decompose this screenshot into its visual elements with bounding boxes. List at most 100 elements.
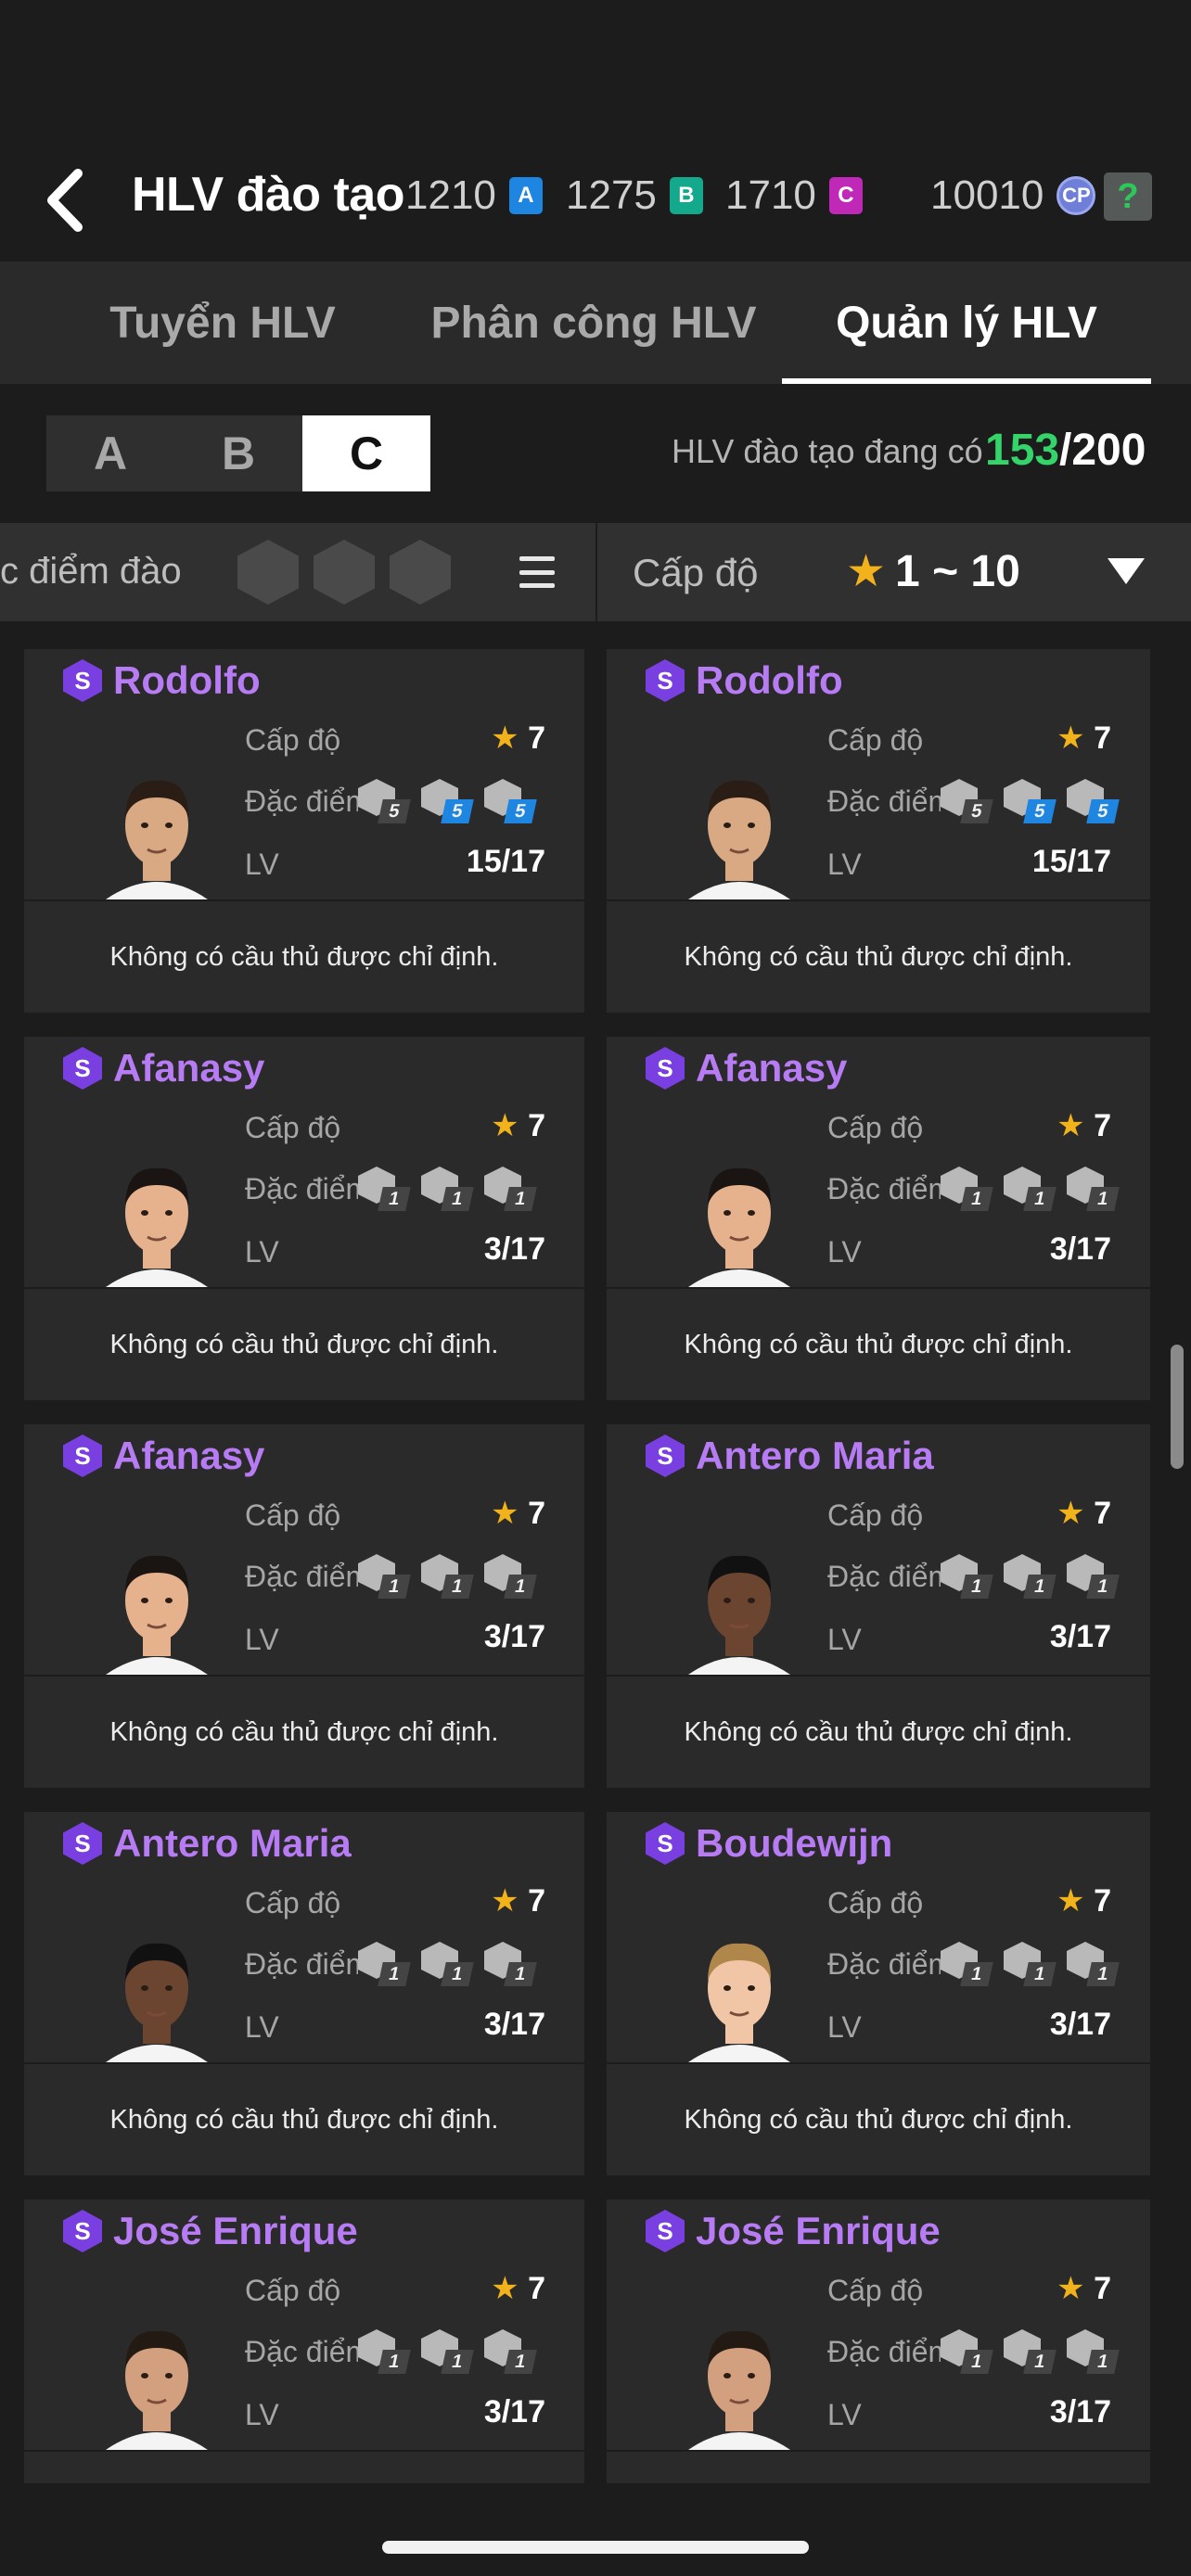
trait-level: 1 — [960, 1962, 993, 1986]
lv-value: 3/17 — [483, 1231, 545, 1267]
trait-level: 1 — [378, 1187, 411, 1211]
grade-value: ★ 7 — [491, 720, 545, 757]
trait-filter-label[interactable]: c điểm đào — [0, 551, 182, 593]
trait-icon: 1 — [358, 2329, 411, 2374]
currency-cp-value: 10010 — [930, 172, 1044, 218]
star-icon: ★ — [1057, 2271, 1095, 2306]
avatar — [688, 1148, 790, 1287]
trait-icon: 1 — [484, 2329, 537, 2374]
tab-bar: Tuyển HLV Phân công HLV Quản lý HLV — [0, 261, 1191, 384]
grade-label: Cấp độ — [827, 723, 924, 757]
currency-b-value: 1275 — [566, 172, 657, 218]
trait-icons: 1 1 1 — [941, 1167, 1120, 1211]
coach-card[interactable]: S Rodolfo Cấp độ ★ 7 Đặc điểm 5 5 5 LV 1… — [607, 649, 1150, 1013]
trait-level: 1 — [441, 1575, 474, 1599]
trait-icons: 1 1 1 — [358, 2329, 537, 2374]
trait-level: 1 — [960, 1187, 993, 1211]
trait-slot-icon[interactable] — [314, 540, 375, 605]
currency-a-value: 1210 — [405, 172, 496, 218]
filter-divider — [596, 523, 597, 621]
back-button[interactable] — [37, 165, 93, 236]
grade-number: 7 — [528, 1108, 545, 1143]
grade-value: ★ 7 — [491, 1882, 545, 1919]
trait-label: Đặc điểm — [827, 1172, 941, 1205]
level-filter-range[interactable]: ★ 1 ~ 10 — [846, 545, 1020, 597]
coach-card[interactable]: S Boudewijn Cấp độ ★ 7 Đặc điểm 1 1 1 LV… — [607, 1812, 1150, 2175]
coach-card[interactable]: S Afanasy Cấp độ ★ 7 Đặc điểm 1 1 1 LV 3… — [24, 1037, 584, 1400]
trait-icon: 1 — [1067, 1167, 1120, 1211]
grade-number: 7 — [1094, 2271, 1111, 2306]
coach-card[interactable]: S Afanasy Cấp độ ★ 7 Đặc điểm 1 1 1 LV 3… — [24, 1424, 584, 1788]
rank-s-icon: S — [63, 659, 102, 702]
lv-value: 3/17 — [1049, 1619, 1111, 1654]
trait-icons: 1 1 1 — [358, 1554, 537, 1599]
grade-label: Cấp độ — [245, 2274, 341, 2307]
coach-name: S José Enrique — [63, 2209, 358, 2253]
coach-name-text: Boudewijn — [696, 1821, 893, 1865]
currency-c: 1710 C — [725, 172, 863, 219]
scrollbar[interactable] — [1171, 1345, 1184, 1469]
currency-a: 1210 A — [405, 172, 543, 219]
grade-number: 7 — [1094, 1496, 1111, 1531]
trait-slot-icon[interactable] — [237, 540, 299, 605]
trait-level: 5 — [1023, 799, 1057, 823]
tab-manage-coach[interactable]: Quản lý HLV — [782, 261, 1151, 384]
coach-name: S Afanasy — [646, 1046, 847, 1090]
group-b-button[interactable]: B — [174, 415, 302, 491]
coach-card[interactable]: S Antero Maria Cấp độ ★ 7 Đặc điểm 1 1 1… — [24, 1812, 584, 2175]
help-button[interactable]: ? — [1104, 172, 1152, 221]
group-c-button[interactable]: C — [302, 415, 430, 491]
trait-icon: 1 — [941, 1942, 993, 1986]
avatar — [106, 1148, 208, 1287]
coach-card[interactable]: S Antero Maria Cấp độ ★ 7 Đặc điểm 1 1 1… — [607, 1424, 1150, 1788]
coach-card[interactable]: S José Enrique Cấp độ ★ 7 Đặc điểm 1 1 1… — [24, 2200, 584, 2483]
coach-name-text: Afanasy — [113, 1046, 265, 1090]
trait-level: 1 — [1023, 1575, 1057, 1599]
coach-name: S Rodolfo — [63, 658, 261, 703]
lv-label: LV — [827, 1623, 862, 1656]
trait-level: 1 — [504, 1187, 537, 1211]
trait-level: 5 — [504, 799, 537, 823]
trait-icon: 1 — [1004, 1942, 1057, 1986]
tab-recruit-coach[interactable]: Tuyển HLV — [56, 261, 390, 384]
avatar — [688, 2311, 790, 2450]
trait-level: 5 — [1086, 799, 1120, 823]
trait-icons: 1 1 1 — [941, 2329, 1120, 2374]
assigned-player-text: Không có cầu thủ được chỉ định. — [109, 2104, 499, 2135]
coach-card[interactable]: S Afanasy Cấp độ ★ 7 Đặc điểm 1 1 1 LV 3… — [607, 1037, 1150, 1400]
coach-name: S Afanasy — [63, 1434, 264, 1478]
coach-name-text: Antero Maria — [696, 1434, 934, 1477]
grade-number: 7 — [1094, 1883, 1111, 1919]
rank-s-icon: S — [63, 1435, 102, 1477]
coach-card[interactable]: S Rodolfo Cấp độ ★ 7 Đặc điểm 5 5 5 LV 1… — [24, 649, 584, 1013]
grade-number: 7 — [528, 721, 545, 756]
grade-value: ★ 7 — [1057, 1882, 1111, 1919]
coach-name-text: Antero Maria — [113, 1821, 352, 1865]
currency-c-value: 1710 — [725, 172, 816, 218]
coach-card[interactable]: S José Enrique Cấp độ ★ 7 Đặc điểm 1 1 1… — [607, 2200, 1150, 2483]
tab-assign-coach[interactable]: Phân công HLV — [408, 261, 779, 384]
grade-value: ★ 7 — [1057, 1107, 1111, 1144]
grade-label: Cấp độ — [827, 1498, 924, 1532]
trait-icon: 1 — [1067, 2329, 1120, 2374]
trait-icons: 5 5 5 — [358, 779, 537, 823]
trait-icon: 1 — [941, 1554, 993, 1599]
lv-label: LV — [245, 1235, 279, 1269]
trait-icon: 1 — [941, 2329, 993, 2374]
assigned-player-text: Không có cầu thủ được chỉ định. — [109, 1329, 499, 1359]
rank-s-icon: S — [646, 1047, 685, 1090]
home-indicator[interactable] — [382, 2541, 809, 2554]
avatar — [688, 1923, 790, 2062]
star-icon: ★ — [1057, 1883, 1095, 1919]
trait-level: 1 — [504, 1962, 537, 1986]
trait-slot-icon[interactable] — [390, 540, 451, 605]
coach-count-current: 153 — [985, 426, 1060, 475]
trait-icon: 5 — [941, 779, 993, 823]
lv-label: LV — [245, 848, 279, 881]
trait-icon: 1 — [941, 1167, 993, 1211]
dropdown-arrow-icon[interactable] — [1108, 558, 1145, 584]
group-a-button[interactable]: A — [46, 415, 174, 491]
lv-value: 3/17 — [483, 1619, 545, 1654]
menu-icon[interactable] — [519, 556, 555, 588]
trait-icon: 1 — [1067, 1942, 1120, 1986]
